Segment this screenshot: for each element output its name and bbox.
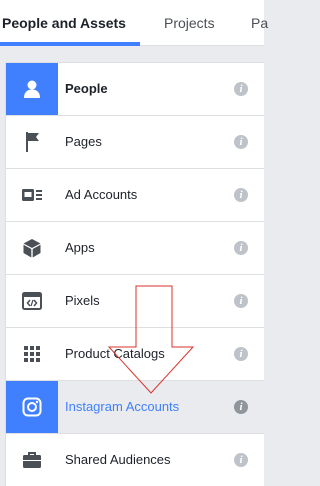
active-tab-indicator	[0, 42, 140, 46]
menu-item-ad-accounts[interactable]: Ad Accounts i	[6, 169, 264, 222]
info-icon[interactable]: i	[234, 82, 248, 96]
menu-item-pixels[interactable]: Pixels i	[6, 275, 264, 328]
menu-item-label: Ad Accounts	[65, 187, 138, 202]
person-icon	[6, 63, 58, 115]
instagram-icon	[6, 381, 58, 433]
ad-account-icon	[6, 169, 58, 221]
info-icon[interactable]: i	[234, 347, 248, 361]
menu-item-shared-audiences[interactable]: Shared Audiences i	[6, 434, 264, 486]
tab-projects[interactable]: Projects	[164, 0, 215, 46]
top-tab-bar: People and Assets Projects Pa	[0, 0, 268, 46]
info-icon[interactable]: i	[234, 241, 248, 255]
info-icon[interactable]: i	[234, 453, 248, 467]
assets-menu: People i Pages i Ad Accounts i Apps i Pi…	[5, 62, 264, 486]
cube-icon	[6, 222, 58, 274]
menu-item-pages[interactable]: Pages i	[6, 116, 264, 169]
info-icon[interactable]: i	[234, 294, 248, 308]
briefcase-icon	[6, 434, 58, 486]
menu-item-label: Pixels	[65, 293, 100, 308]
grid-icon	[6, 328, 58, 380]
info-icon[interactable]: i	[234, 135, 248, 149]
menu-item-label: Pages	[65, 134, 102, 149]
tab-partners-truncated[interactable]: Pa	[251, 0, 268, 46]
info-icon[interactable]: i	[234, 188, 248, 202]
info-icon[interactable]: i	[234, 400, 248, 414]
menu-item-people[interactable]: People i	[6, 63, 264, 116]
menu-item-apps[interactable]: Apps i	[6, 222, 264, 275]
menu-item-label: Shared Audiences	[65, 452, 171, 467]
menu-item-instagram-accounts[interactable]: Instagram Accounts i	[6, 381, 264, 434]
menu-item-label: Product Catalogs	[65, 346, 165, 361]
menu-item-label: People	[65, 81, 108, 96]
menu-item-label: Apps	[65, 240, 95, 255]
tab-people-and-assets[interactable]: People and Assets	[2, 0, 126, 46]
code-window-icon	[6, 275, 58, 327]
menu-item-product-catalogs[interactable]: Product Catalogs i	[6, 328, 264, 381]
menu-item-label: Instagram Accounts	[65, 399, 180, 414]
flag-icon	[6, 116, 58, 168]
